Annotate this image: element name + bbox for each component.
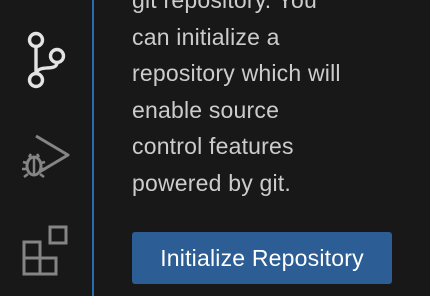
source-control-icon <box>24 30 68 90</box>
initialize-repository-button[interactable]: Initialize Repository <box>132 232 392 284</box>
no-repository-message: git repository. You can initialize a rep… <box>132 0 412 201</box>
message-line: powered by git. <box>132 169 291 196</box>
source-control-sidebar: git repository. You can initialize a rep… <box>94 0 430 296</box>
extensions-icon <box>20 224 72 276</box>
message-line: enable source <box>132 96 280 123</box>
activity-item-source-control[interactable] <box>0 20 92 100</box>
activity-item-run-and-debug[interactable] <box>0 116 92 196</box>
message-line: repository which will <box>132 60 341 86</box>
activity-bar <box>0 0 92 296</box>
activity-item-extensions[interactable] <box>0 210 92 290</box>
vscode-window: git repository. You can initialize a rep… <box>0 0 430 296</box>
run-and-debug-icon <box>20 130 72 182</box>
message-line: git repository. You <box>132 0 317 13</box>
message-line: control features <box>132 133 294 159</box>
message-line: can initialize a <box>132 23 280 50</box>
